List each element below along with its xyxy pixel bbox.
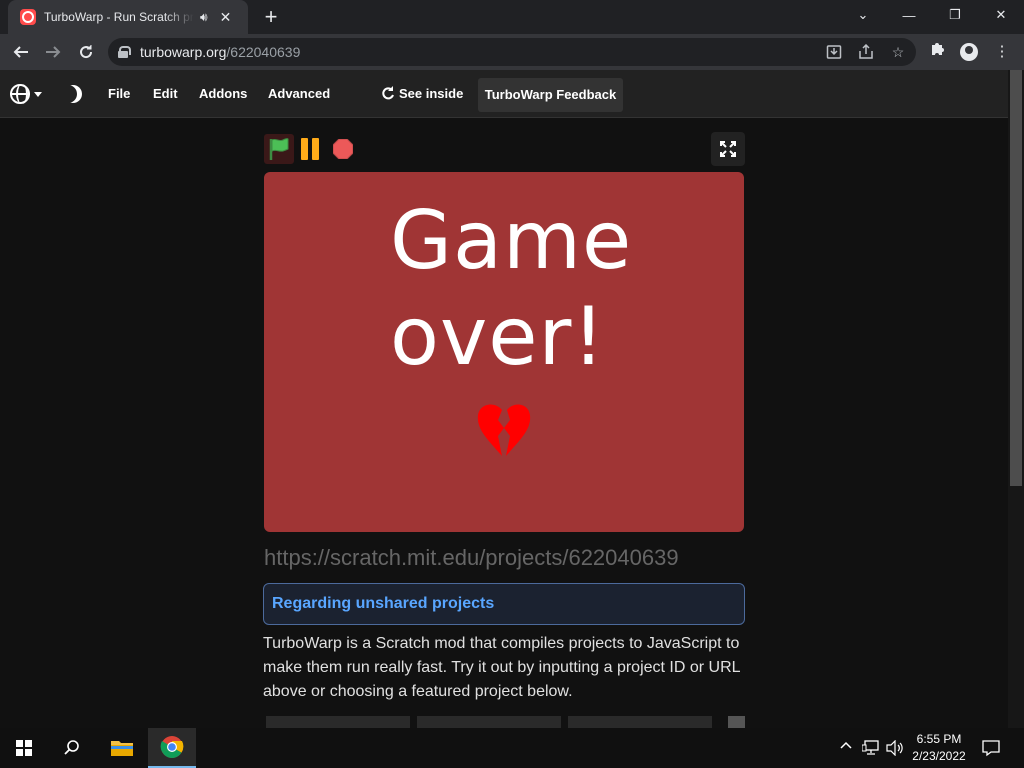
see-inside-button[interactable]: See inside — [381, 70, 463, 118]
featured-scroll-handle[interactable] — [728, 716, 745, 728]
browser-tab-active[interactable]: TurboWarp - Run Scratch projects faster … — [8, 0, 248, 34]
project-stage[interactable]: Game over! — [264, 172, 744, 532]
notice-title: Regarding unshared projects — [272, 595, 495, 612]
caret-down-icon[interactable] — [34, 92, 42, 97]
back-arrow-icon[interactable] — [6, 37, 36, 67]
speaker-icon[interactable]: 🔊︎ — [200, 10, 208, 25]
network-icon[interactable] — [861, 740, 880, 759]
turbowarp-description: TurboWarp is a Scratch mod that compiles… — [263, 635, 740, 700]
url-path: /622040639 — [226, 44, 301, 60]
game-over-line-2: over! — [390, 290, 606, 383]
game-over-line-1: Game — [390, 194, 633, 287]
profile-avatar-icon[interactable] — [960, 43, 978, 61]
green-flag-icon — [269, 138, 289, 160]
featured-project-tile[interactable] — [266, 716, 410, 728]
menu-addons[interactable]: Addons — [199, 70, 247, 118]
turbowarp-feedback-button[interactable]: TurboWarp Feedback — [478, 78, 623, 112]
clock-time: 6:55 PM — [916, 732, 962, 746]
broken-heart-icon — [477, 404, 531, 456]
action-center-notification-icon[interactable] — [982, 739, 1000, 760]
project-url-input[interactable] — [264, 544, 744, 572]
lock-icon[interactable] — [118, 46, 131, 58]
stop-octagon-icon — [332, 138, 354, 160]
turbowarp-menubar: File Edit Addons Advanced See inside Tur… — [0, 70, 1008, 118]
new-tab-button[interactable]: + — [260, 4, 282, 30]
browser-toolbar: turbowarp.org/622040639 ☆ — [0, 34, 1024, 70]
browser-titlebar: TurboWarp - Run Scratch projects faster … — [0, 0, 1024, 34]
unshared-projects-notice[interactable]: Regarding unshared projects — [263, 583, 745, 625]
maximize-button[interactable]: ❐ — [932, 0, 978, 30]
language-globe-icon[interactable] — [10, 84, 30, 104]
scrollbar-thumb[interactable] — [1010, 70, 1022, 486]
search-icon[interactable] — [48, 728, 96, 768]
stop-button[interactable] — [332, 138, 354, 160]
see-inside-label: See inside — [399, 86, 464, 101]
close-window-button[interactable]: ✕ — [978, 0, 1024, 30]
file-explorer-folder-icon[interactable] — [98, 728, 146, 768]
minimize-button[interactable]: — — [886, 0, 932, 30]
theme-moon-icon[interactable] — [64, 85, 82, 103]
turbowarp-favicon-icon — [20, 9, 36, 25]
fullscreen-icon — [720, 141, 736, 157]
share-icon[interactable] — [858, 43, 874, 60]
page-scrollbar[interactable] — [1008, 70, 1024, 728]
forward-arrow-icon[interactable] — [38, 37, 68, 67]
tab-search-button[interactable]: ⌄ — [840, 0, 886, 30]
fullscreen-button[interactable] — [711, 132, 745, 166]
clock-date: 2/23/2022 — [912, 749, 966, 763]
pause-button[interactable] — [301, 138, 321, 160]
featured-project-tile[interactable] — [417, 716, 561, 728]
menu-edit[interactable]: Edit — [153, 70, 178, 118]
url-host: turbowarp.org — [140, 44, 227, 60]
menu-file[interactable]: File — [108, 70, 130, 118]
taskbar-clock[interactable]: 6:55 PM 2/23/2022 — [904, 731, 974, 765]
browser-menu-icon[interactable]: ⋮ — [990, 40, 1014, 64]
featured-project-tile[interactable] — [568, 716, 712, 728]
chrome-taskbar-icon[interactable] — [148, 728, 196, 768]
see-inside-refresh-icon — [382, 86, 394, 100]
bookmark-star-icon[interactable]: ☆ — [890, 44, 906, 60]
install-app-icon[interactable] — [826, 44, 842, 60]
reload-icon[interactable] — [71, 37, 101, 67]
extensions-puzzle-icon[interactable] — [926, 40, 950, 64]
windows-start-icon[interactable] — [0, 728, 48, 768]
windows-taskbar: 6:55 PM 2/23/2022 — [0, 728, 1024, 768]
volume-icon[interactable] — [886, 739, 904, 759]
menu-advanced[interactable]: Advanced — [268, 70, 330, 118]
tab-title: TurboWarp - Run Scratch projects faster — [44, 10, 194, 24]
green-flag-button[interactable] — [264, 134, 294, 164]
tab-close-icon[interactable]: ✕ — [220, 9, 232, 26]
tray-chevron-up-icon[interactable] — [840, 740, 852, 755]
address-bar[interactable]: turbowarp.org/622040639 ☆ — [108, 38, 916, 66]
